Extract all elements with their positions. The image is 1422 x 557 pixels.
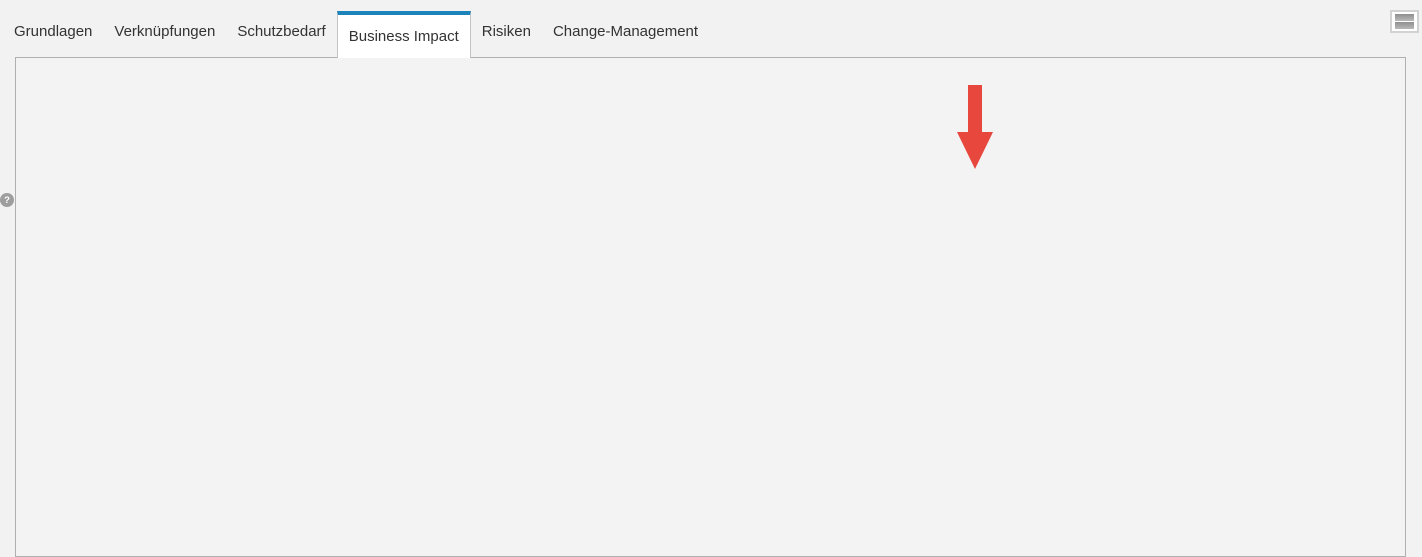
annotation-arrow-icon xyxy=(955,85,995,169)
tab-change-management[interactable]: Change-Management xyxy=(542,0,709,57)
tab-risiken[interactable]: Risiken xyxy=(471,0,542,57)
business-impact-page: Grundlagen Verknüpfungen Schutzbedarf Bu… xyxy=(0,0,1422,557)
tab-schutzbedarf[interactable]: Schutzbedarf xyxy=(226,0,336,57)
tab-business-impact[interactable]: Business Impact xyxy=(337,11,471,58)
tab-grundlagen[interactable]: Grundlagen xyxy=(3,0,103,57)
help-icon[interactable]: ? xyxy=(0,193,14,207)
content-panel xyxy=(15,57,1406,557)
tab-verknuepfungen[interactable]: Verknüpfungen xyxy=(103,0,226,57)
tab-bar: Grundlagen Verknüpfungen Schutzbedarf Bu… xyxy=(0,0,1422,57)
